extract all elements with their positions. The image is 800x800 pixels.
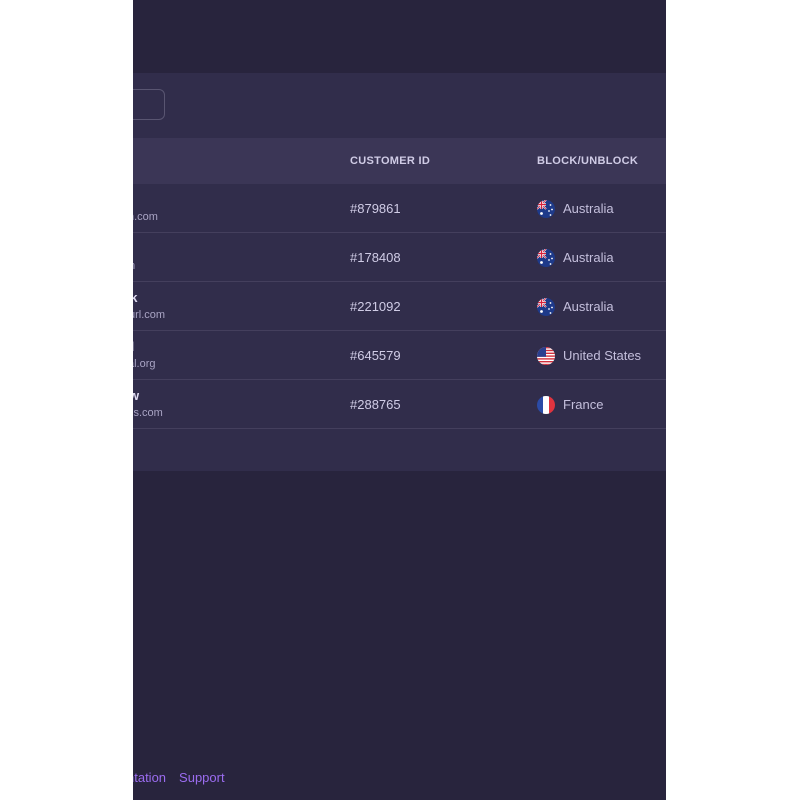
customer-name: ll [133, 339, 134, 354]
customer-email: al.org [133, 358, 156, 370]
country-label: Australia [563, 250, 614, 265]
customer-id: #879861 [350, 201, 401, 216]
customer-name: w [133, 388, 140, 403]
country-cell[interactable]: Australia [537, 184, 614, 233]
column-header-customer-id[interactable]: CUSTOMER ID [350, 138, 430, 184]
customer-id: #645579 [350, 348, 401, 363]
country-cell[interactable]: Australia [537, 233, 614, 282]
australia-flag-icon [537, 297, 555, 316]
table-toolbar [133, 73, 666, 138]
country-label: France [563, 397, 604, 412]
customer-id: #288765 [350, 397, 401, 412]
search-input[interactable] [133, 89, 165, 120]
country-label: Australia [563, 299, 614, 314]
france-flag-icon [537, 395, 555, 414]
customer-email: m [133, 260, 135, 272]
table-row[interactable]: ck url.com #221092 [133, 282, 666, 331]
country-cell[interactable]: Australia [537, 282, 614, 331]
documentation-link[interactable]: ntation [133, 770, 166, 785]
column-header-block-unblock[interactable]: BLOCK/UNBLOCK [537, 138, 638, 184]
support-link[interactable]: Support [179, 770, 225, 785]
app-frame: CUSTOMER ID BLOCK/UNBLOCK er n.com #8798… [133, 0, 666, 800]
customer-id: #221092 [350, 299, 401, 314]
customer-email: url.com [133, 309, 166, 321]
customer-email: n.com [133, 211, 158, 223]
australia-flag-icon [537, 248, 555, 267]
table-row[interactable]: w is.com #288765 France [133, 380, 666, 429]
customer-email: is.com [133, 407, 163, 419]
customer-id: #178408 [350, 250, 401, 265]
australia-flag-icon [537, 199, 555, 218]
table-row[interactable]: ll al.org #645579 [133, 331, 666, 380]
united-states-flag-icon [537, 346, 555, 365]
table-row[interactable]: m #178408 [133, 233, 666, 282]
customer-name: ck [133, 290, 138, 305]
country-cell[interactable]: France [537, 380, 603, 429]
country-label: Australia [563, 201, 614, 216]
country-cell[interactable]: United States [537, 331, 641, 380]
table-header: CUSTOMER ID BLOCK/UNBLOCK [133, 138, 666, 184]
customers-card: CUSTOMER ID BLOCK/UNBLOCK er n.com #8798… [133, 73, 666, 471]
table-row[interactable]: er n.com #879861 [133, 184, 666, 233]
footer-links: ntation Support [133, 770, 225, 785]
country-label: United States [563, 348, 642, 363]
